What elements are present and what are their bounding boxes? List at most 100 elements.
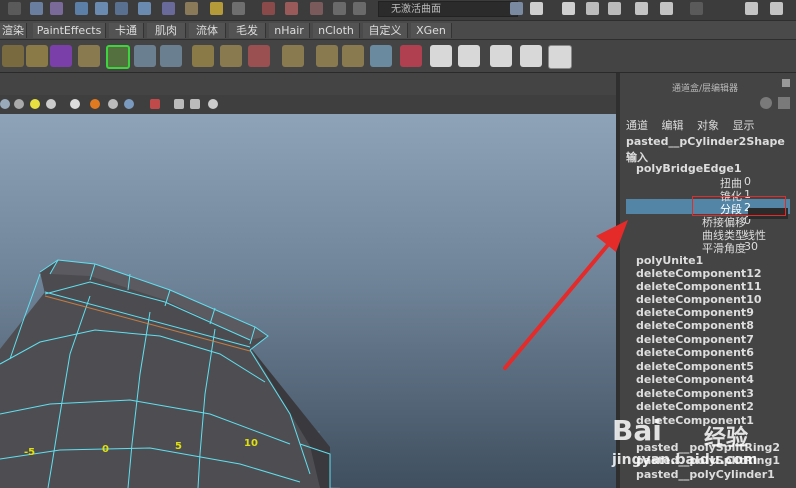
history-node[interactable]: deleteComponent4 bbox=[636, 373, 754, 386]
poly-sphere-icon[interactable] bbox=[2, 45, 24, 67]
wireframe-icon[interactable] bbox=[0, 99, 10, 109]
history-icon[interactable] bbox=[232, 2, 245, 15]
smooth-icon[interactable] bbox=[370, 45, 392, 67]
shadow-icon[interactable] bbox=[70, 99, 80, 109]
history-node[interactable]: deleteComponent3 bbox=[636, 387, 754, 400]
attr-value[interactable]: 30 bbox=[744, 240, 758, 253]
uv-checker-icon[interactable] bbox=[430, 45, 452, 67]
tab-fur[interactable]: 毛发 bbox=[229, 23, 266, 38]
history-node[interactable]: polyUnite1 bbox=[636, 254, 703, 267]
status-line: 无激活曲面 bbox=[0, 0, 796, 20]
xray-joints-icon[interactable] bbox=[190, 99, 200, 109]
history-node[interactable]: deleteComponent8 bbox=[636, 319, 754, 332]
attribute-editor-icon[interactable] bbox=[530, 2, 543, 15]
mode-icon[interactable] bbox=[353, 2, 366, 15]
extra-icon[interactable] bbox=[690, 2, 703, 15]
lock-icon[interactable] bbox=[210, 2, 223, 15]
move-tool-icon[interactable] bbox=[30, 2, 43, 15]
triangulate-icon[interactable] bbox=[400, 45, 422, 67]
merge-icon[interactable] bbox=[248, 45, 270, 67]
separate-icon[interactable] bbox=[316, 45, 338, 67]
bridge-icon[interactable] bbox=[106, 45, 130, 69]
attr-value[interactable]: 0 bbox=[744, 175, 751, 188]
help-icon[interactable] bbox=[185, 2, 198, 15]
channel-menu: 通道 编辑 对象 显示 bbox=[626, 117, 792, 132]
snap-live-icon[interactable] bbox=[510, 2, 523, 15]
snap-point-icon[interactable] bbox=[115, 2, 128, 15]
layout-icon[interactable] bbox=[635, 2, 648, 15]
snap-view-icon[interactable] bbox=[138, 2, 151, 15]
combine-icon[interactable] bbox=[282, 45, 304, 67]
node-name[interactable]: pasted__pCylinder2Shape bbox=[626, 135, 785, 148]
uv-checker2-icon[interactable] bbox=[520, 45, 542, 67]
tab-muscle[interactable]: 肌肉 bbox=[147, 23, 186, 38]
uv-layout-icon[interactable] bbox=[458, 45, 480, 67]
bridge-node[interactable]: polyBridgeEdge1 bbox=[636, 162, 742, 175]
attr-label[interactable]: 平滑角度 bbox=[702, 240, 746, 256]
tab-custom[interactable]: 自定义 bbox=[363, 23, 408, 38]
shaded-icon[interactable] bbox=[14, 99, 24, 109]
history-node[interactable]: deleteComponent6 bbox=[636, 346, 754, 359]
texture-icon[interactable] bbox=[46, 99, 56, 109]
extrude-icon[interactable] bbox=[78, 45, 100, 67]
history-node[interactable]: deleteComponent11 bbox=[636, 280, 762, 293]
history-node[interactable]: deleteComponent9 bbox=[636, 306, 754, 319]
select-tool-icon[interactable] bbox=[8, 2, 21, 15]
viewport[interactable]: -5 0 5 10 bbox=[0, 114, 616, 488]
tab-xgen[interactable]: XGen bbox=[411, 23, 452, 38]
snap-surface-icon[interactable] bbox=[162, 2, 175, 15]
live-surface-field[interactable]: 无激活曲面 bbox=[378, 1, 518, 17]
bevel-icon[interactable] bbox=[134, 45, 156, 67]
viewport-toolbar bbox=[0, 95, 616, 115]
poly-torus-icon[interactable] bbox=[26, 45, 48, 67]
layout2-icon[interactable] bbox=[660, 2, 673, 15]
panel-layout-icon[interactable] bbox=[745, 2, 758, 15]
menu-edit[interactable]: 编辑 bbox=[662, 119, 684, 132]
snap-curve-icon[interactable] bbox=[95, 2, 108, 15]
channel-box-icon[interactable] bbox=[586, 2, 599, 15]
channel-icon[interactable] bbox=[760, 97, 772, 109]
menu-show[interactable]: 显示 bbox=[733, 119, 755, 132]
hypershade-icon[interactable] bbox=[333, 2, 346, 15]
history-node[interactable]: deleteComponent5 bbox=[636, 360, 754, 373]
panel-float-icon[interactable] bbox=[782, 79, 790, 87]
motion-blur-icon[interactable] bbox=[108, 99, 118, 109]
uv-unfold-icon[interactable] bbox=[490, 45, 512, 67]
lasso-icon[interactable] bbox=[50, 2, 63, 15]
share-icon[interactable] bbox=[208, 99, 218, 109]
watermark-url: jingyan.baidu.com bbox=[612, 452, 758, 468]
panel-layout2-icon[interactable] bbox=[770, 2, 783, 15]
tab-fluids[interactable]: 流体 bbox=[189, 23, 226, 38]
isolate-icon[interactable] bbox=[150, 99, 160, 109]
tab-nhair[interactable]: nHair bbox=[269, 23, 310, 38]
tab-toon[interactable]: 卡通 bbox=[109, 23, 144, 38]
uv-editor-icon[interactable] bbox=[548, 45, 572, 69]
tab-render[interactable]: 渲染 bbox=[0, 23, 27, 38]
tab-ncloth[interactable]: nCloth bbox=[313, 23, 360, 38]
history-node[interactable]: deleteComponent12 bbox=[636, 267, 762, 280]
aa-icon[interactable] bbox=[124, 99, 134, 109]
modeling-toolkit-icon[interactable] bbox=[608, 2, 621, 15]
snap-grid-icon[interactable] bbox=[75, 2, 88, 15]
grid-label: 10 bbox=[244, 438, 258, 449]
ipr-render-icon[interactable] bbox=[285, 2, 298, 15]
tool-settings-icon[interactable] bbox=[562, 2, 575, 15]
render-settings-icon[interactable] bbox=[310, 2, 323, 15]
history-node[interactable]: deleteComponent7 bbox=[636, 333, 754, 346]
tab-painteffects[interactable]: PaintEffects bbox=[33, 23, 106, 38]
menu-channels[interactable]: 通道 bbox=[626, 119, 648, 132]
xray-icon[interactable] bbox=[174, 99, 184, 109]
history-node[interactable]: deleteComponent10 bbox=[636, 293, 762, 306]
append-icon[interactable] bbox=[160, 45, 182, 67]
render-icon[interactable] bbox=[262, 2, 275, 15]
light-icon[interactable] bbox=[30, 99, 40, 109]
ao-icon[interactable] bbox=[90, 99, 100, 109]
menu-object[interactable]: 对象 bbox=[697, 119, 719, 132]
mirror-icon[interactable] bbox=[342, 45, 364, 67]
poly-cube-icon[interactable] bbox=[50, 45, 72, 67]
history-node[interactable]: pasted__polyCylinder1 bbox=[636, 468, 775, 481]
history-node[interactable]: deleteComponent2 bbox=[636, 400, 754, 413]
insert-loop-icon[interactable] bbox=[220, 45, 242, 67]
layer-icon[interactable] bbox=[778, 97, 790, 109]
split-icon[interactable] bbox=[192, 45, 214, 67]
